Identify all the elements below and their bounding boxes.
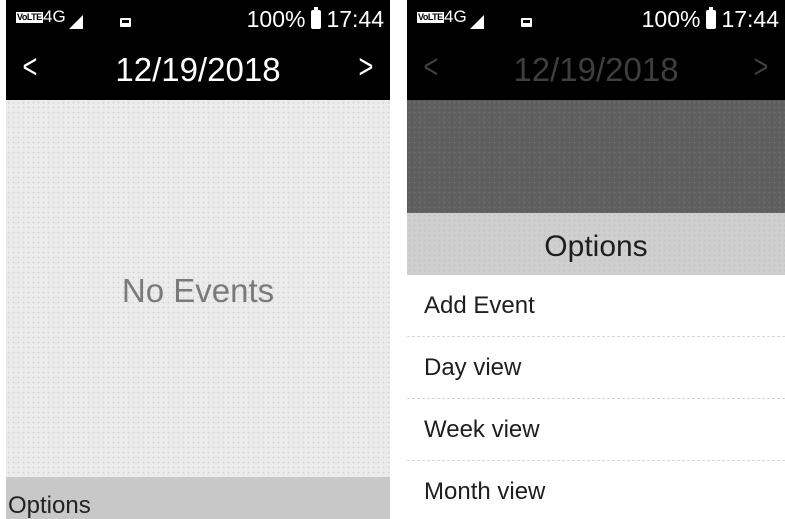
menu-item-day-view[interactable]: Day view	[407, 337, 785, 399]
date-header: < 12/19/2018 >	[407, 38, 785, 100]
options-menu-header: Options	[407, 213, 785, 275]
status-bar: VoLTE 4G 100% 17:44	[6, 0, 390, 38]
message-icon	[521, 18, 532, 27]
status-right: 100% 17:44	[247, 6, 384, 32]
dim-overlay	[407, 100, 785, 213]
clock: 17:44	[326, 6, 384, 32]
status-bar: VoLTE 4G 100% 17:44	[407, 0, 785, 38]
chevron-right-icon: >	[753, 48, 769, 86]
battery-percent: 100%	[641, 6, 701, 32]
battery-icon	[706, 6, 717, 29]
options-softkey[interactable]: Options	[8, 492, 91, 519]
volte-icon: VoLTE	[16, 12, 43, 23]
message-icon	[120, 18, 131, 27]
menu-item-month-view[interactable]: Month view	[407, 461, 785, 519]
menu-item-label: Month view	[424, 478, 546, 505]
signal-icon	[470, 15, 484, 29]
calendar-body: No Events	[6, 100, 390, 477]
options-menu-list: Add Event Day view Week view Month view	[407, 275, 785, 519]
menu-item-label: Day view	[424, 354, 522, 381]
network-type: 4G	[444, 7, 467, 26]
menu-item-add-event[interactable]: Add Event	[407, 275, 785, 337]
network-type: 4G	[43, 7, 66, 26]
date-header: < 12/19/2018 >	[6, 38, 390, 100]
menu-item-label: Week view	[424, 416, 540, 443]
status-right: 100% 17:44	[642, 6, 779, 32]
battery-icon	[311, 6, 322, 29]
options-menu-title: Options	[544, 230, 648, 263]
volte-icon: VoLTE	[417, 12, 444, 23]
date-title: 12/19/2018	[115, 51, 281, 88]
signal-icon	[69, 15, 83, 29]
chevron-right-icon[interactable]: >	[359, 47, 374, 87]
date-title: 12/19/2018	[513, 51, 679, 88]
battery-percent: 100%	[246, 6, 306, 32]
menu-item-label: Add Event	[424, 292, 535, 319]
menu-item-week-view[interactable]: Week view	[407, 399, 785, 461]
calendar-screen: VoLTE 4G 100% 17:44 < 12/19/2018 > No Ev…	[6, 0, 390, 519]
softkey-bar: Options	[6, 477, 390, 519]
no-events-message: No Events	[121, 272, 275, 309]
clock: 17:44	[721, 6, 779, 32]
options-screen: VoLTE 4G 100% 17:44 < 12/19/2018 > Optio…	[407, 0, 785, 519]
